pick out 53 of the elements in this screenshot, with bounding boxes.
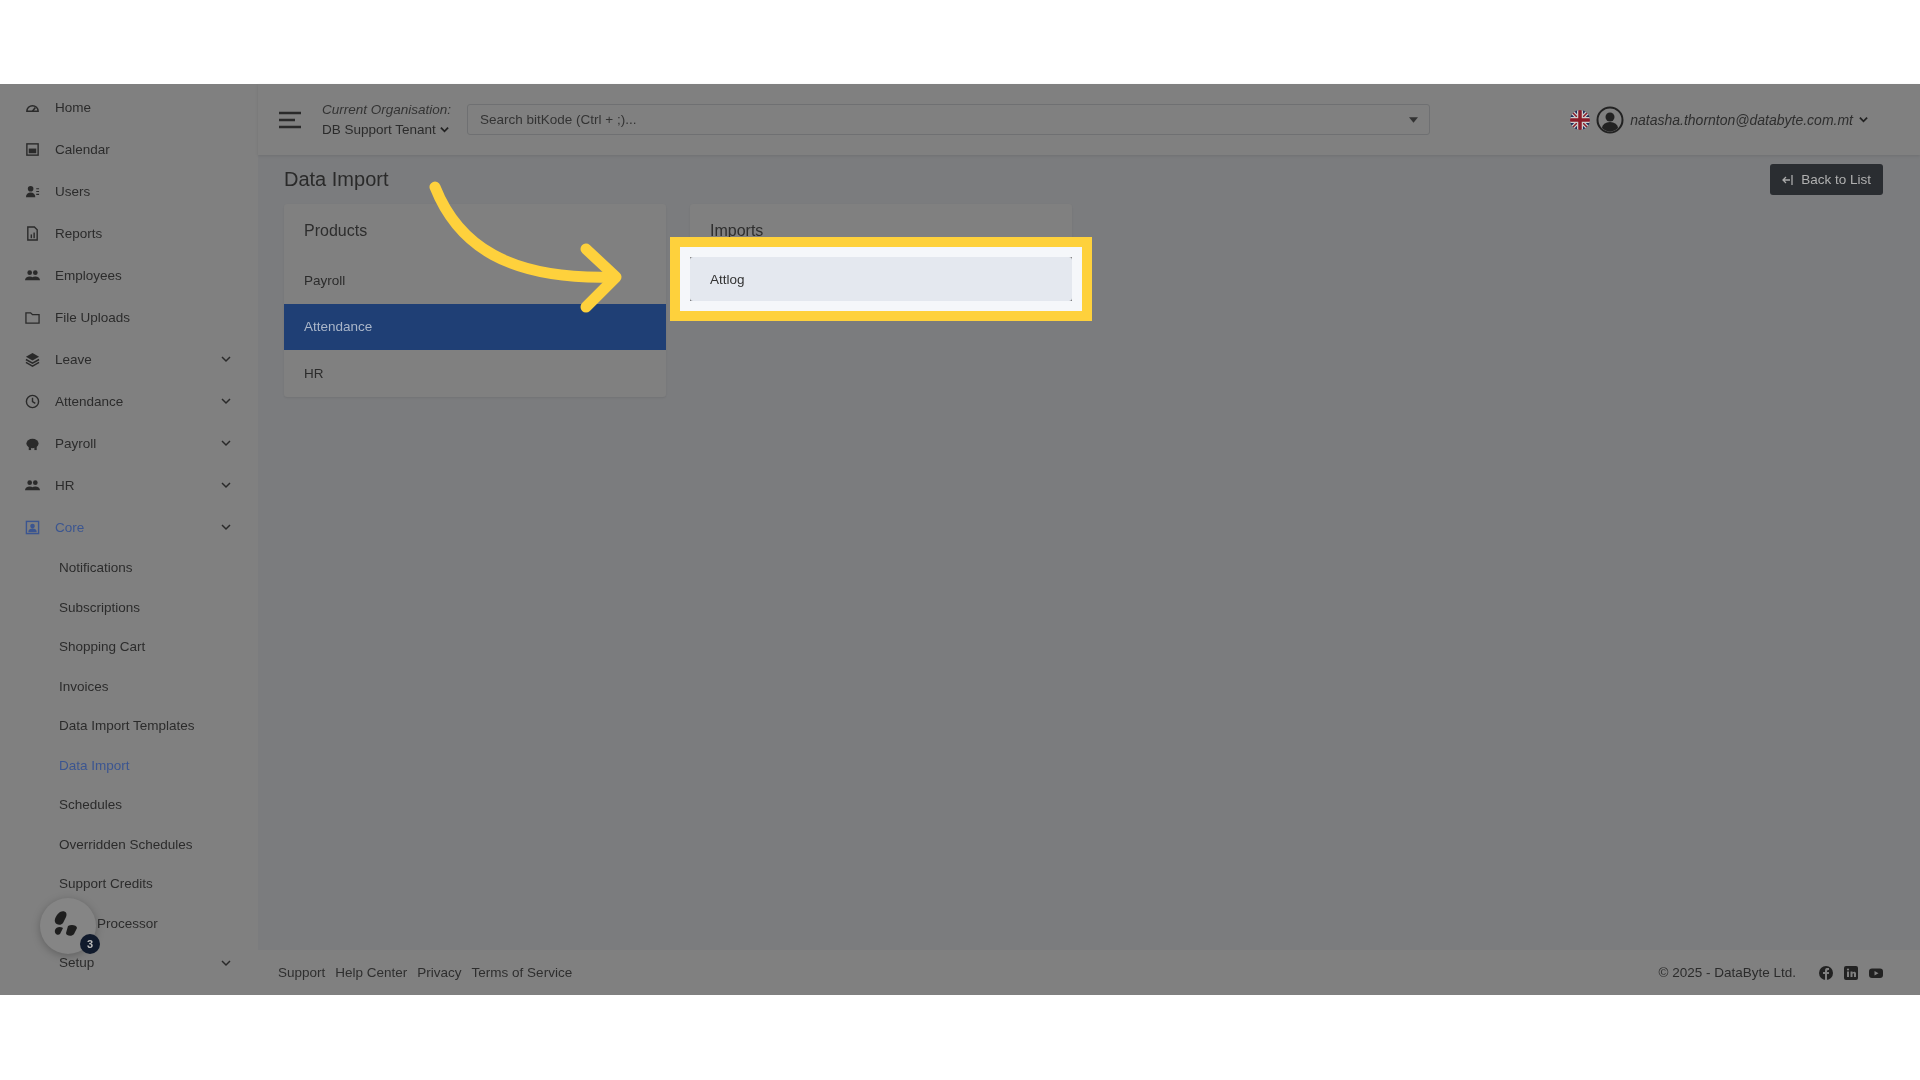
submenu-item[interactable]: Shopping Cart <box>59 639 232 655</box>
product-item[interactable]: Attendance <box>284 303 666 350</box>
sidebar-item[interactable]: File Uploads <box>55 309 232 325</box>
flag-icon[interactable] <box>1570 109 1591 130</box>
chevron-down-icon[interactable] <box>1859 115 1868 124</box>
submenu-item[interactable]: Schedules <box>59 797 232 813</box>
product-item[interactable]: Payroll <box>284 257 666 304</box>
card-title: Imports <box>709 220 765 241</box>
chevron-down-icon <box>439 125 449 134</box>
footer-link[interactable]: Help Center <box>335 965 408 980</box>
dropdown-icon[interactable] <box>1409 117 1419 123</box>
chevron-down-icon[interactable] <box>220 437 232 449</box>
avatar-icon[interactable] <box>1596 105 1625 134</box>
chevron-down-icon[interactable] <box>220 395 232 407</box>
sidebar-item[interactable]: Core <box>55 519 220 535</box>
notification-badge: 3 <box>80 934 100 954</box>
user-menu[interactable]: natasha.thornton@databyte.com.mt <box>1630 111 1853 128</box>
sidebar-item[interactable]: HR <box>55 477 220 493</box>
page-title: Data Import <box>284 168 389 191</box>
footer-link[interactable]: Privacy <box>417 965 462 980</box>
submenu-item[interactable]: Subscriptions <box>59 599 232 615</box>
footer-link[interactable]: Support <box>278 965 326 980</box>
organisation-label: Current Organisation: <box>322 102 452 117</box>
chevron-down-icon[interactable] <box>220 353 232 365</box>
submenu-item[interactable]: Setup <box>59 955 220 971</box>
submenu-item[interactable]: Invoices <box>59 678 232 694</box>
search-field[interactable]: Search bitKode (Ctrl + ;)... <box>467 104 1431 135</box>
submenu-item[interactable]: Support Credits <box>59 876 232 892</box>
sidebar-item[interactable]: Reports <box>55 225 232 241</box>
sidebar-item[interactable]: Leave <box>55 351 220 367</box>
sidebar-item[interactable]: Users <box>55 183 232 199</box>
card-title: Products <box>303 220 369 241</box>
back-arrow-icon <box>1782 174 1794 185</box>
sidebar-item[interactable]: Payroll <box>55 435 220 451</box>
back-button[interactable]: Back to List <box>1770 164 1883 195</box>
submenu-item[interactable]: Notifications <box>59 560 232 576</box>
sidebar-item[interactable]: Calendar <box>55 141 232 157</box>
sidebar-item[interactable]: Employees <box>55 267 232 283</box>
chevron-down-icon[interactable] <box>220 479 232 491</box>
product-item[interactable]: HR <box>284 350 666 397</box>
sidebar-item[interactable]: Home <box>55 99 232 115</box>
facebook-icon[interactable] <box>1819 965 1833 980</box>
footer-link[interactable]: Terms of Service <box>471 965 573 980</box>
submenu-item[interactable]: Data Import Templates <box>59 718 232 734</box>
submenu-item[interactable]: Overridden Schedules <box>59 836 232 852</box>
copyright-text: © 2025 - DataByte Ltd. <box>1658 965 1796 980</box>
submenu-item[interactable]: Processor <box>97 915 232 931</box>
linkedin-icon[interactable] <box>1844 965 1858 980</box>
chevron-down-icon[interactable] <box>220 521 232 533</box>
sidebar-item[interactable]: Attendance <box>55 393 220 409</box>
submenu-item[interactable]: Data Import <box>59 757 232 773</box>
import-item[interactable]: Attlog <box>690 257 1072 301</box>
organisation-selector[interactable]: DB Support Tenant <box>322 122 452 137</box>
